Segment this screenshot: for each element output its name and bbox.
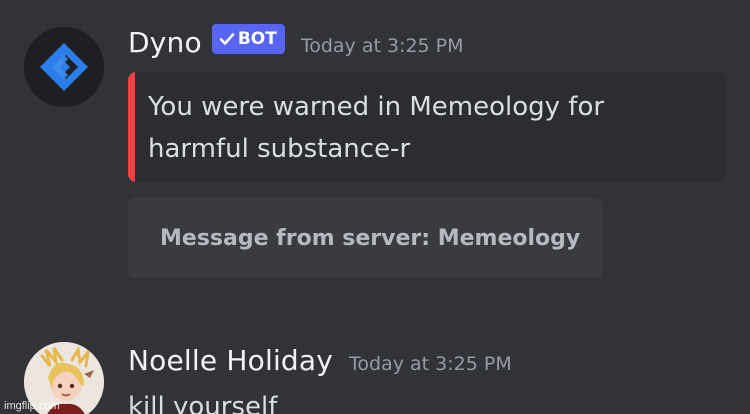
noelle-timestamp[interactable]: Today at 3:25 PM bbox=[349, 353, 512, 375]
embed-description: You were warned in Memeology for harmful… bbox=[148, 92, 605, 164]
check-icon bbox=[218, 30, 236, 48]
dyno-username[interactable]: Dyno bbox=[128, 26, 202, 59]
bot-tag-label: BOT bbox=[237, 29, 277, 49]
bot-tag: BOT bbox=[211, 24, 285, 54]
noelle-header: Noelle Holiday Today at 3:25 PM bbox=[128, 344, 512, 377]
dyno-header: Dyno BOT Today at 3:25 PM bbox=[128, 24, 464, 59]
imgflip-watermark: imgflip.com bbox=[4, 400, 60, 412]
dyno-avatar[interactable] bbox=[24, 27, 104, 107]
chat-view: Dyno BOT Today at 3:25 PM You were warne… bbox=[0, 0, 750, 414]
warning-embed: You were warned in Memeology for harmful… bbox=[128, 72, 726, 182]
noelle-username[interactable]: Noelle Holiday bbox=[128, 344, 333, 377]
dyno-logo-icon bbox=[24, 27, 104, 107]
noelle-message-text: kill yourself bbox=[128, 392, 278, 414]
message-noelle: Noelle Holiday Today at 3:25 PM bbox=[0, 290, 750, 414]
dyno-timestamp[interactable]: Today at 3:25 PM bbox=[301, 35, 464, 57]
server-origin-chip: Message from server: Memeology bbox=[128, 198, 602, 278]
message-dyno: Dyno BOT Today at 3:25 PM You were warne… bbox=[0, 0, 750, 290]
embed-accent-bar bbox=[128, 72, 135, 182]
